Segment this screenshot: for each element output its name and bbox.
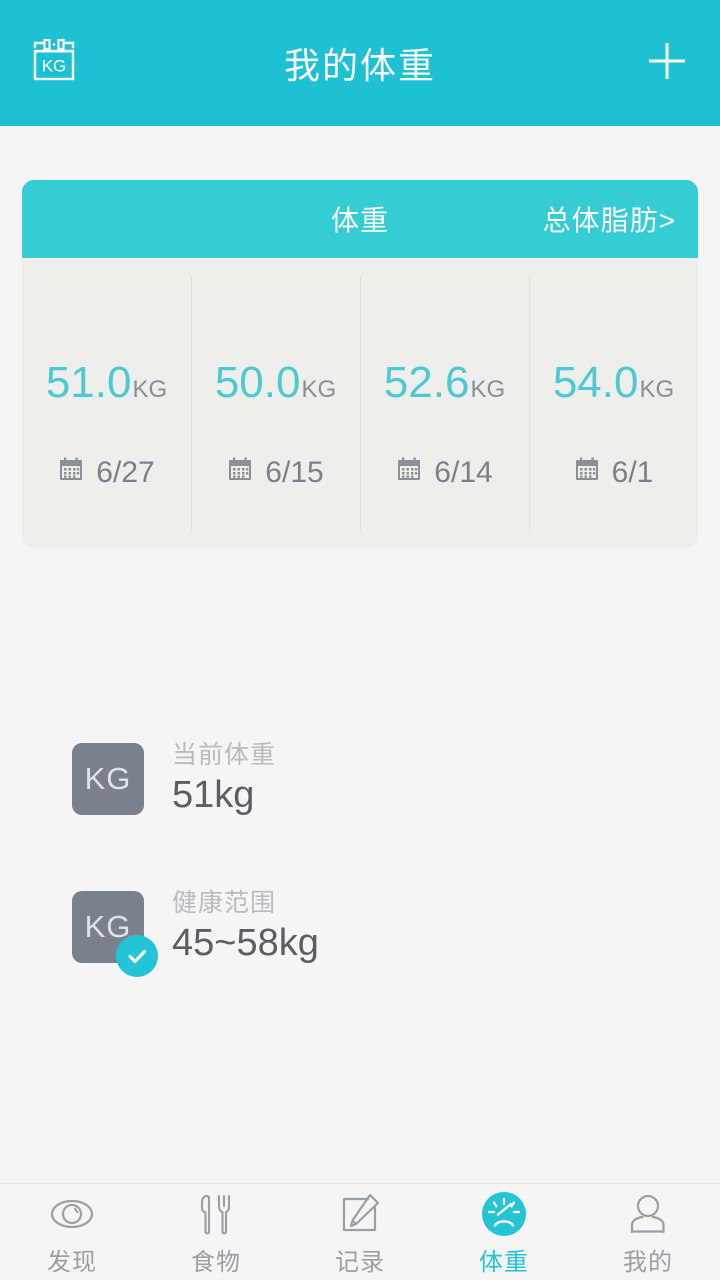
healthy-range-row[interactable]: KG 健康范围 45~58kg — [72, 888, 319, 977]
weight-entry[interactable]: 51.0KG 6/27 — [22, 258, 191, 548]
weight-value: 50.0KG — [191, 358, 360, 408]
tab-record[interactable]: 记录 — [288, 1184, 432, 1280]
tab-label: 发现 — [47, 1248, 97, 1276]
weight-gauge-icon — [480, 1191, 528, 1236]
bottom-navigation: 发现 食物 记录 体重 我的 — [0, 1183, 720, 1280]
kg-badge-label: KG — [84, 761, 132, 796]
fork-knife-icon — [196, 1192, 236, 1236]
current-weight-label: 当前体重 — [172, 741, 277, 769]
note-pencil-icon — [337, 1192, 383, 1236]
weight-date: 6/15 — [191, 456, 360, 490]
current-weight-text: 当前体重 51kg — [172, 740, 276, 818]
plus-icon[interactable] — [640, 34, 694, 93]
tab-food[interactable]: 食物 — [144, 1184, 288, 1280]
healthy-range-label: 健康范围 — [172, 889, 277, 917]
current-weight-value: 51kg — [172, 774, 255, 816]
weight-summary-card: 体重 总体脂肪> 51.0KG 6/27 50.0KG 6/15 52.6KG … — [22, 180, 698, 548]
person-icon — [626, 1192, 670, 1236]
kg-badge-icon: KG — [72, 891, 158, 977]
weight-value: 51.0KG — [22, 358, 191, 408]
tab-label: 体重 — [479, 1248, 529, 1276]
app-header: KG 我的体重 — [0, 0, 720, 126]
weight-unit: KG — [301, 376, 337, 403]
calendar-icon — [396, 456, 422, 490]
card-header: 体重 总体脂肪> — [22, 180, 698, 258]
weight-number: 50.0 — [214, 358, 301, 407]
tab-label: 我的 — [623, 1248, 673, 1276]
kg-scale-calendar-icon[interactable]: KG — [26, 33, 82, 94]
tab-weight[interactable]: 体重 — [432, 1184, 576, 1280]
link-total-body-fat[interactable]: 总体脂肪> — [543, 180, 676, 258]
weight-number: 52.6 — [383, 358, 470, 407]
weight-date-label: 6/14 — [434, 456, 493, 489]
calendar-icon — [227, 456, 253, 490]
eye-icon — [48, 1192, 96, 1236]
weight-number: 54.0 — [552, 358, 639, 407]
weight-date: 6/1 — [529, 456, 698, 490]
weight-unit: KG — [639, 376, 675, 403]
healthy-range-text: 健康范围 45~58kg — [172, 888, 319, 966]
header-right-actions — [604, 34, 694, 93]
weight-date-label: 6/15 — [265, 456, 324, 489]
tab-label: 食物 — [191, 1248, 241, 1276]
healthy-range-value: 45~58kg — [172, 922, 319, 964]
header-left-actions: KG — [26, 33, 116, 94]
weight-date-label: 6/1 — [611, 456, 654, 489]
weight-entry[interactable]: 52.6KG 6/14 — [360, 258, 529, 548]
calendar-icon — [574, 456, 600, 490]
weight-entries: 51.0KG 6/27 50.0KG 6/15 52.6KG 6/14 54.0… — [22, 258, 698, 548]
calendar-icon — [58, 456, 84, 490]
weight-date-label: 6/27 — [96, 456, 155, 489]
kg-badge-icon: KG — [72, 743, 144, 815]
tab-discover[interactable]: 发现 — [0, 1184, 144, 1280]
weight-entry[interactable]: 50.0KG 6/15 — [191, 258, 360, 548]
weight-date: 6/27 — [22, 456, 191, 490]
weight-value: 54.0KG — [529, 358, 698, 408]
svg-text:KG: KG — [42, 56, 67, 75]
weight-unit: KG — [470, 376, 506, 403]
weight-date: 6/14 — [360, 456, 529, 490]
tab-mine[interactable]: 我的 — [576, 1184, 720, 1280]
weight-unit: KG — [132, 376, 168, 403]
page-title: 我的体重 — [283, 45, 436, 86]
weight-number: 51.0 — [45, 358, 132, 407]
check-icon — [116, 935, 158, 977]
tab-label: 记录 — [335, 1248, 385, 1276]
weight-entry[interactable]: 54.0KG 6/1 — [529, 258, 698, 548]
current-weight-row[interactable]: KG 当前体重 51kg — [72, 740, 276, 818]
weight-value: 52.6KG — [360, 358, 529, 408]
